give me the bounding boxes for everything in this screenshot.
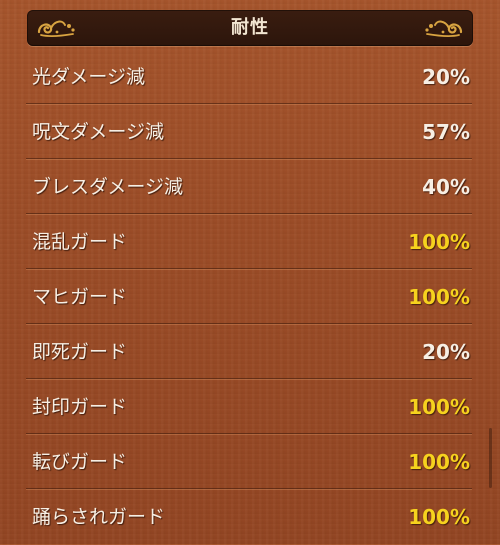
resistance-value: 100% <box>408 505 470 529</box>
resistance-label: 光ダメージ減 <box>32 66 146 88</box>
list-item: 封印ガード 100% <box>0 380 500 435</box>
resistance-value: 40% <box>422 175 470 199</box>
resistance-value: 100% <box>408 450 470 474</box>
list-item: 混乱ガード 100% <box>0 215 500 270</box>
flourish-ornament-icon <box>425 20 463 37</box>
resistance-label: マヒガード <box>32 286 128 308</box>
resistance-value: 100% <box>408 285 470 309</box>
scrollbar[interactable] <box>489 428 492 488</box>
resistance-value: 100% <box>408 395 470 419</box>
resistance-value: 100% <box>408 230 470 254</box>
page-title: 耐性 <box>231 17 269 38</box>
list-item: マヒガード 100% <box>0 270 500 325</box>
list-item: ブレスダメージ減 40% <box>0 160 500 215</box>
resistance-label: 即死ガード <box>32 341 128 363</box>
resistance-value: 57% <box>422 120 470 144</box>
resistance-value: 20% <box>422 340 470 364</box>
resistance-value: 20% <box>422 65 470 89</box>
list-item: 呪文ダメージ減 57% <box>0 105 500 160</box>
list-item: 踊らされガード 100% <box>0 490 500 545</box>
section-header: 耐性 <box>27 10 473 46</box>
list-item: 即死ガード 20% <box>0 325 500 380</box>
resistance-label: 混乱ガード <box>32 231 128 253</box>
resistance-label: ブレスダメージ減 <box>32 176 184 198</box>
list-item: 光ダメージ減 20% <box>0 50 500 105</box>
list-item: 転びガード 100% <box>0 435 500 490</box>
resistance-label: 呪文ダメージ減 <box>32 121 165 143</box>
resistance-label: 踊らされガード <box>32 506 166 528</box>
resistance-label: 封印ガード <box>32 396 128 418</box>
resistance-label: 転びガード <box>32 451 128 473</box>
